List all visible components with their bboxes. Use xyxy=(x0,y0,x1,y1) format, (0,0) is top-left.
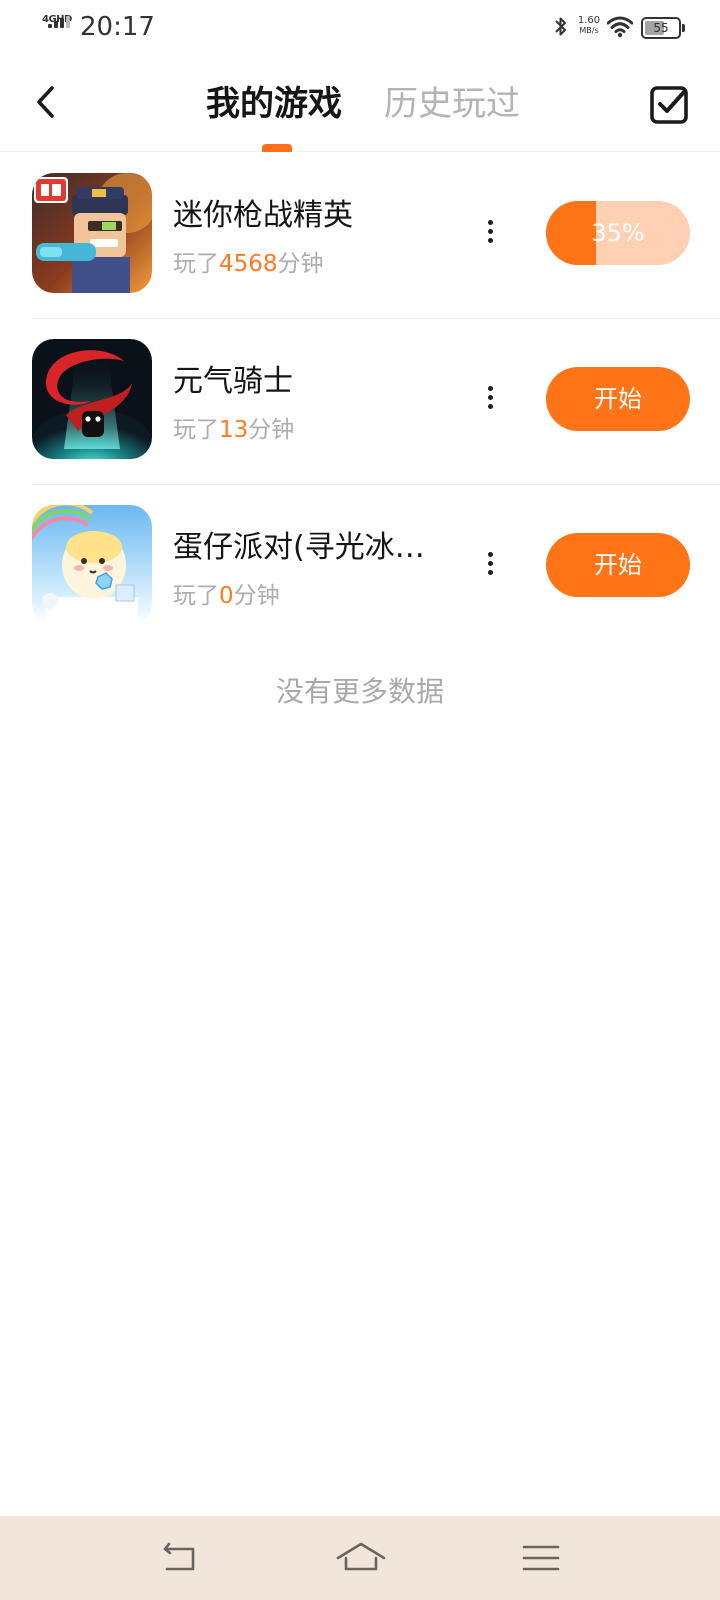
play-time-prefix: 玩了 xyxy=(173,583,219,609)
system-nav-bar xyxy=(0,1516,720,1600)
screen: 4GHD 20:17 1.60 MB/s 55 我的游戏 历史玩过 迷你枪战精英… xyxy=(0,0,720,1600)
game-item[interactable]: 蛋仔派对(寻光冰… 玩了0分钟 开始 xyxy=(0,484,720,650)
tab-history-played[interactable]: 历史玩过 xyxy=(384,82,520,126)
tab-my-games[interactable]: 我的游戏 xyxy=(206,82,350,126)
bluetooth-icon xyxy=(555,17,566,36)
status-bar: 4GHD 20:17 1.60 MB/s 55 xyxy=(0,0,720,56)
game-icon-soul-knight[interactable] xyxy=(32,339,152,459)
play-minutes: 4568 xyxy=(219,251,278,277)
home-icon[interactable] xyxy=(334,1530,388,1586)
start-button[interactable]: 开始 xyxy=(546,367,690,431)
game-list: 迷你枪战精英 玩了4568分钟 35% 元气骑士 玩了13分钟 开始 蛋仔派对(… xyxy=(0,152,720,650)
progress-label: 35% xyxy=(591,219,645,247)
checkbox-icon[interactable] xyxy=(646,80,690,128)
wifi-icon xyxy=(607,16,633,38)
header: 我的游戏 历史玩过 xyxy=(0,60,720,152)
game-item[interactable]: 元气骑士 玩了13分钟 开始 xyxy=(0,318,720,484)
play-time-suffix: 分钟 xyxy=(233,583,280,609)
back-icon[interactable] xyxy=(153,1530,207,1586)
play-time: 玩了4568分钟 xyxy=(173,248,324,280)
game-item[interactable]: 迷你枪战精英 玩了4568分钟 35% xyxy=(0,152,720,318)
tab-indicator xyxy=(262,144,292,152)
more-options-icon[interactable] xyxy=(476,382,504,414)
play-time-prefix: 玩了 xyxy=(173,251,219,277)
play-time: 玩了0分钟 xyxy=(173,580,280,612)
network-speed: 1.60 MB/s xyxy=(574,16,604,36)
download-progress-button[interactable]: 35% xyxy=(546,201,690,265)
no-more-data: 没有更多数据 xyxy=(275,675,444,708)
speed-value: 1.60 xyxy=(577,15,601,26)
play-minutes: 0 xyxy=(219,583,234,609)
game-name: 蛋仔派对(寻光冰… xyxy=(173,530,425,565)
status-time: 20:17 xyxy=(80,12,155,42)
game-name: 元气骑士 xyxy=(173,364,293,399)
progress-fill xyxy=(546,201,597,265)
speed-unit: MB/s xyxy=(579,26,599,35)
game-icon-mini-gun[interactable] xyxy=(32,173,152,293)
back-button[interactable] xyxy=(30,78,74,128)
battery-level: 55 xyxy=(653,21,669,35)
game-icon-eggy-party[interactable] xyxy=(32,505,152,625)
play-time: 玩了13分钟 xyxy=(173,414,294,446)
more-options-icon[interactable] xyxy=(476,548,504,580)
more-options-icon[interactable] xyxy=(476,216,504,248)
play-minutes: 13 xyxy=(219,417,249,443)
play-time-suffix: 分钟 xyxy=(277,251,324,277)
play-time-prefix: 玩了 xyxy=(173,417,219,443)
battery-icon: 55 xyxy=(641,17,685,39)
start-button[interactable]: 开始 xyxy=(546,533,690,597)
menu-icon[interactable] xyxy=(514,1530,568,1586)
signal-icon: 4GHD xyxy=(42,14,74,40)
game-name: 迷你枪战精英 xyxy=(173,198,353,233)
play-time-suffix: 分钟 xyxy=(248,417,295,443)
